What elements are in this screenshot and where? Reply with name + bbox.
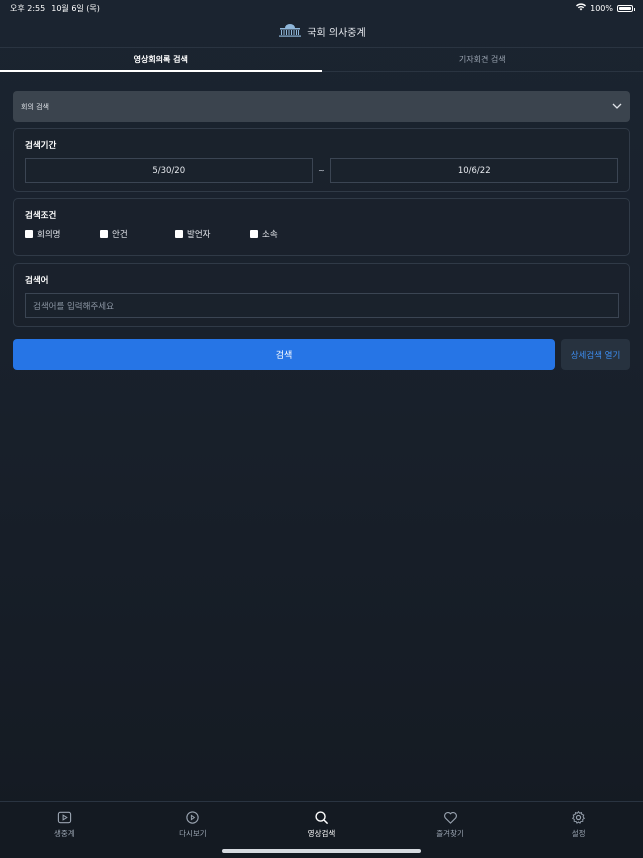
- nav-settings[interactable]: 설정: [539, 810, 619, 858]
- search-tabs: 영상회의록 검색 기자회견 검색: [0, 47, 643, 72]
- keyword-title: 검색어: [25, 276, 49, 286]
- meeting-select[interactable]: 회의 검색: [13, 91, 630, 122]
- date-separator: ~: [318, 166, 325, 175]
- keyword-input[interactable]: 검색어를 입력해주세요: [25, 293, 619, 318]
- status-time: 오후 2:55: [10, 3, 46, 13]
- detail-search-button[interactable]: 상세검색 열기: [561, 339, 630, 370]
- search-icon: [315, 811, 329, 825]
- condition-label: 소속: [262, 230, 278, 240]
- checkbox[interactable]: [25, 230, 33, 238]
- condition-label: 회의명: [37, 230, 61, 240]
- tab-video-minutes[interactable]: 영상회의록 검색: [0, 48, 322, 72]
- checkbox[interactable]: [175, 230, 183, 238]
- heart-icon: [443, 811, 457, 824]
- conditions-panel: 검색조건 회의명 안건 발언자 소속: [13, 198, 630, 256]
- nav-label: 다시보기: [179, 829, 207, 838]
- play-icon: [57, 811, 71, 824]
- condition-meeting-name[interactable]: 회의명: [25, 228, 100, 240]
- condition-speaker[interactable]: 발언자: [175, 228, 250, 240]
- nav-label: 생중계: [53, 829, 75, 838]
- app-title: 국회 의사중계: [307, 27, 366, 39]
- nav-favorites[interactable]: 즐겨찾기: [410, 810, 490, 858]
- meeting-select-value: 회의 검색: [21, 102, 49, 111]
- condition-label: 안건: [112, 230, 128, 240]
- nav-replay[interactable]: 다시보기: [153, 810, 233, 858]
- tab-press-conference[interactable]: 기자회견 검색: [322, 48, 643, 71]
- nav-label: 설정: [571, 829, 586, 838]
- battery-icon: [617, 4, 635, 12]
- gear-icon: [572, 810, 586, 824]
- replay-icon: [186, 811, 200, 824]
- wifi-icon: [576, 3, 587, 13]
- nav-label: 영상검색: [307, 829, 336, 838]
- end-date-field[interactable]: 10/6/22: [330, 158, 618, 183]
- condition-label: 발언자: [187, 230, 211, 240]
- home-indicator: [222, 849, 421, 853]
- nav-live[interactable]: 생중계: [24, 810, 104, 858]
- condition-agenda[interactable]: 안건: [100, 228, 175, 240]
- app-header: 국회 의사중계: [0, 16, 643, 46]
- checkbox[interactable]: [250, 230, 258, 238]
- status-bar: 오후 2:55 10월 6일 (목) 100%: [0, 0, 643, 16]
- nav-label: 즐겨찾기: [436, 829, 464, 838]
- chevron-down-icon: [612, 103, 622, 111]
- status-date: 10월 6일 (목): [51, 3, 100, 13]
- assembly-logo-icon: [277, 23, 303, 40]
- keyword-panel: 검색어 검색어를 입력해주세요: [13, 263, 630, 327]
- period-title: 검색기간: [25, 141, 57, 151]
- period-panel: 검색기간 5/30/20 ~ 10/6/22: [13, 128, 630, 192]
- start-date-field[interactable]: 5/30/20: [25, 158, 313, 183]
- condition-affiliation[interactable]: 소속: [250, 228, 325, 240]
- battery-percent: 100%: [590, 3, 613, 13]
- search-button[interactable]: 검색: [13, 339, 555, 370]
- conditions-title: 검색조건: [25, 211, 57, 221]
- checkbox[interactable]: [100, 230, 108, 238]
